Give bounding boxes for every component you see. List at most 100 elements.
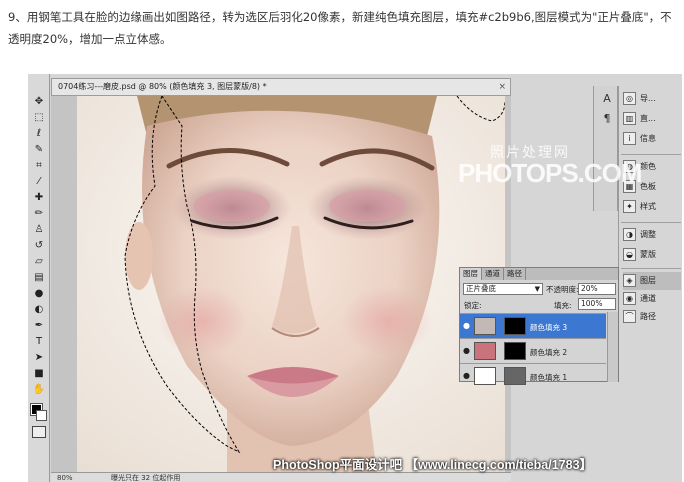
tab-paths[interactable]: 路径 [504, 268, 526, 280]
blend-mode-select[interactable]: 正片叠底 ▼ [463, 283, 543, 295]
dock-masks[interactable]: ◒ 蒙版 [623, 246, 681, 264]
eye-icon[interactable]: ● [463, 321, 470, 330]
footer-banner: PhotoShop平面设计吧 【www.linecg.com/tieba/178… [273, 458, 593, 472]
tools-panel: ✥ ⬚ ℓ ✎ ⌗ ⁄ ✚ ✏ ♙ ↺ ▱ ▤ ● ◐ ✒ T ➤ ■ ✋ ⟲ … [28, 74, 50, 482]
layer-thumbnail [474, 342, 496, 360]
crop-tool-icon[interactable]: ⌗ [31, 158, 47, 173]
blur-tool-icon[interactable]: ● [31, 286, 47, 301]
shape-tool-icon[interactable]: ■ [31, 366, 47, 381]
dock-channels[interactable]: ◉ 通道 [623, 290, 681, 308]
portrait-illustration [77, 96, 505, 474]
status-bar: 80% 曝光只在 32 位起作用 [51, 472, 511, 482]
lock-label: 锁定: [464, 301, 482, 310]
layer-mask-thumbnail[interactable] [504, 367, 526, 385]
dock-separator [621, 154, 681, 155]
layer-thumbnail [474, 317, 496, 335]
dock-label: 色板 [640, 182, 656, 191]
character-paragraph-strip: A ¶ [593, 86, 618, 211]
fill-field[interactable]: 100% [578, 298, 616, 310]
histogram-icon: ▥ [623, 112, 636, 125]
dock-label: 信息 [640, 134, 656, 143]
chevron-down-icon: ▼ [534, 285, 540, 293]
layer-mask-thumbnail[interactable] [504, 317, 526, 335]
canvas-area[interactable] [51, 96, 511, 474]
clone-stamp-tool-icon[interactable]: ♙ [31, 222, 47, 237]
panel-dock: ◎ 导... ▥ 直... i 信息 ◍ 颜色 ▦ 色板 ✦ 样式 ◑ 调整 ◒ 蒙版 ◈ 图层 … [618, 86, 682, 326]
close-icon[interactable]: × [498, 79, 506, 95]
eraser-tool-icon[interactable]: ▱ [31, 254, 47, 269]
layers-icon: ◈ [623, 274, 636, 287]
dock-histogram[interactable]: ▥ 直... [623, 110, 681, 128]
path-select-tool-icon[interactable]: ➤ [31, 350, 47, 365]
eye-icon[interactable]: ● [463, 371, 470, 380]
healing-brush-tool-icon[interactable]: ✚ [31, 190, 47, 205]
tab-layers[interactable]: 图层 [460, 268, 482, 280]
tab-channels[interactable]: 通道 [482, 268, 504, 280]
portrait-photo[interactable] [77, 96, 505, 474]
info-icon: i [623, 132, 636, 145]
dock-label: 蒙版 [640, 250, 656, 259]
channels-icon: ◉ [623, 292, 636, 305]
dock-separator [621, 222, 681, 223]
paragraph-icon[interactable]: ¶ [600, 112, 614, 126]
layer-name: 颜色填充 1 [530, 373, 568, 382]
dock-styles[interactable]: ✦ 样式 [623, 198, 681, 216]
watermark-en: PHOTOPS.COM [458, 158, 643, 188]
dock-label: 颜色 [640, 162, 656, 171]
layer-row[interactable]: ● 颜色填充 2 [460, 338, 606, 363]
blend-mode-value: 正片叠底 [466, 284, 496, 293]
dock-label: 直... [640, 114, 656, 123]
layers-scrollbar[interactable] [607, 312, 618, 382]
quick-mask-button[interactable] [32, 426, 46, 438]
styles-icon: ✦ [623, 200, 636, 213]
quick-select-tool-icon[interactable]: ✎ [31, 142, 47, 157]
dock-adjustments[interactable]: ◑ 调整 [623, 226, 681, 244]
dock-paths[interactable]: ⌒ 路径 [623, 308, 681, 326]
move-tool-icon[interactable]: ✥ [31, 94, 47, 109]
opacity-field[interactable]: 20% [578, 283, 616, 295]
dock-label: 导... [640, 94, 656, 103]
dock-label: 通道 [640, 294, 656, 303]
background-color-swatch[interactable] [36, 410, 47, 421]
layer-mask-thumbnail[interactable] [504, 342, 526, 360]
layer-name: 颜色填充 3 [530, 323, 568, 332]
brush-tool-icon[interactable]: ✏ [31, 206, 47, 221]
dock-label: 调整 [640, 230, 656, 239]
layers-panel-tabs: 图层 通道 路径 [460, 268, 618, 280]
layer-row[interactable]: ● 颜色填充 1 [460, 363, 606, 385]
photoshop-window: ✥ ⬚ ℓ ✎ ⌗ ⁄ ✚ ✏ ♙ ↺ ▱ ▤ ● ◐ ✒ T ➤ ■ ✋ ⟲ … [28, 74, 682, 482]
dock-info[interactable]: i 信息 [623, 130, 681, 148]
navigator-icon: ◎ [623, 92, 636, 105]
dock-label: 样式 [640, 202, 656, 211]
eye-icon[interactable]: ● [463, 346, 470, 355]
masks-icon: ◒ [623, 248, 636, 261]
layer-name: 颜色填充 2 [530, 348, 568, 357]
document-title: 0704练习---磨皮.psd @ 80% (颜色填充 3, 图层蒙版/8) * [58, 82, 267, 91]
layers-panel: 图层 通道 路径 正片叠底 ▼ 不透明度: 20% 锁定: 填充: 100% ●… [459, 267, 619, 385]
status-message: 曝光只在 32 位起作用 [111, 474, 181, 482]
lasso-tool-icon[interactable]: ℓ [31, 126, 47, 141]
dock-navigator[interactable]: ◎ 导... [623, 90, 681, 108]
opacity-label: 不透明度: [546, 285, 579, 294]
dock-label: 路径 [640, 312, 656, 321]
zoom-level[interactable]: 80% [57, 473, 73, 482]
dodge-tool-icon[interactable]: ◐ [31, 302, 47, 317]
marquee-tool-icon[interactable]: ⬚ [31, 110, 47, 125]
gradient-tool-icon[interactable]: ▤ [31, 270, 47, 285]
dock-separator [621, 268, 681, 269]
type-tool-icon[interactable]: T [31, 334, 47, 349]
eyedropper-tool-icon[interactable]: ⁄ [31, 174, 47, 189]
tutorial-instruction: 9、用钢笔工具在脸的边缘画出如图路径，转为选区后羽化20像素，新建纯色填充图层，… [8, 10, 672, 46]
hand-tool-icon[interactable]: ✋ [31, 382, 47, 397]
pen-tool-icon[interactable]: ✒ [31, 318, 47, 333]
history-brush-tool-icon[interactable]: ↺ [31, 238, 47, 253]
layer-thumbnail [474, 367, 496, 385]
fill-label: 填充: [554, 301, 572, 310]
paths-icon: ⌒ [623, 310, 636, 323]
adjustments-icon: ◑ [623, 228, 636, 241]
character-icon[interactable]: A [600, 92, 614, 106]
document-tab[interactable]: 0704练习---磨皮.psd @ 80% (颜色填充 3, 图层蒙版/8) *… [51, 78, 511, 96]
dock-label: 图层 [640, 276, 656, 285]
layer-row[interactable]: ● 颜色填充 3 [460, 313, 606, 338]
dock-layers[interactable]: ◈ 图层 [623, 272, 681, 290]
